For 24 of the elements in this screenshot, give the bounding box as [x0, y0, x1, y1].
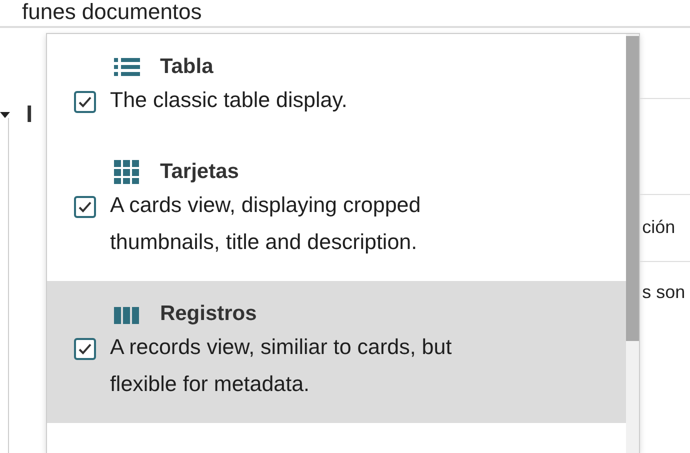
- option-description: A cards view, displaying cropped thumbnails, title and description.: [110, 192, 422, 256]
- view-option[interactable]: Tarjetas A cards view, displaying cropped thumbnails, title and description.: [46, 139, 626, 281]
- checkmark-icon: [78, 201, 92, 213]
- table-cell: s son: [642, 282, 686, 302]
- checkmark-icon: [78, 343, 92, 355]
- option-title: Registros: [160, 302, 257, 326]
- section-heading: I: [26, 101, 33, 129]
- caret-icon[interactable]: [0, 112, 10, 118]
- option-title: Tarjetas: [160, 160, 239, 184]
- checkmark-icon: [78, 96, 92, 108]
- view-option[interactable]: Tabla The classic table display.: [46, 34, 626, 139]
- table-cell: ción: [642, 217, 676, 237]
- columns-icon: [114, 304, 140, 324]
- checkbox[interactable]: [74, 338, 96, 360]
- scrollbar[interactable]: [626, 34, 640, 453]
- list-icon: [114, 57, 140, 77]
- page-title: funes documentos: [21, 0, 203, 24]
- option-title: Tabla: [160, 55, 214, 79]
- checkbox[interactable]: [74, 196, 96, 218]
- checkbox[interactable]: [74, 91, 96, 113]
- option-description: A records view, similiar to cards, but flexible for metadata.: [110, 334, 453, 398]
- view-option[interactable]: Registros A records view, similiar to cards, but flexible for metadata.: [46, 281, 626, 423]
- grid-icon: [114, 160, 140, 184]
- option-description: The classic table display.: [110, 87, 348, 114]
